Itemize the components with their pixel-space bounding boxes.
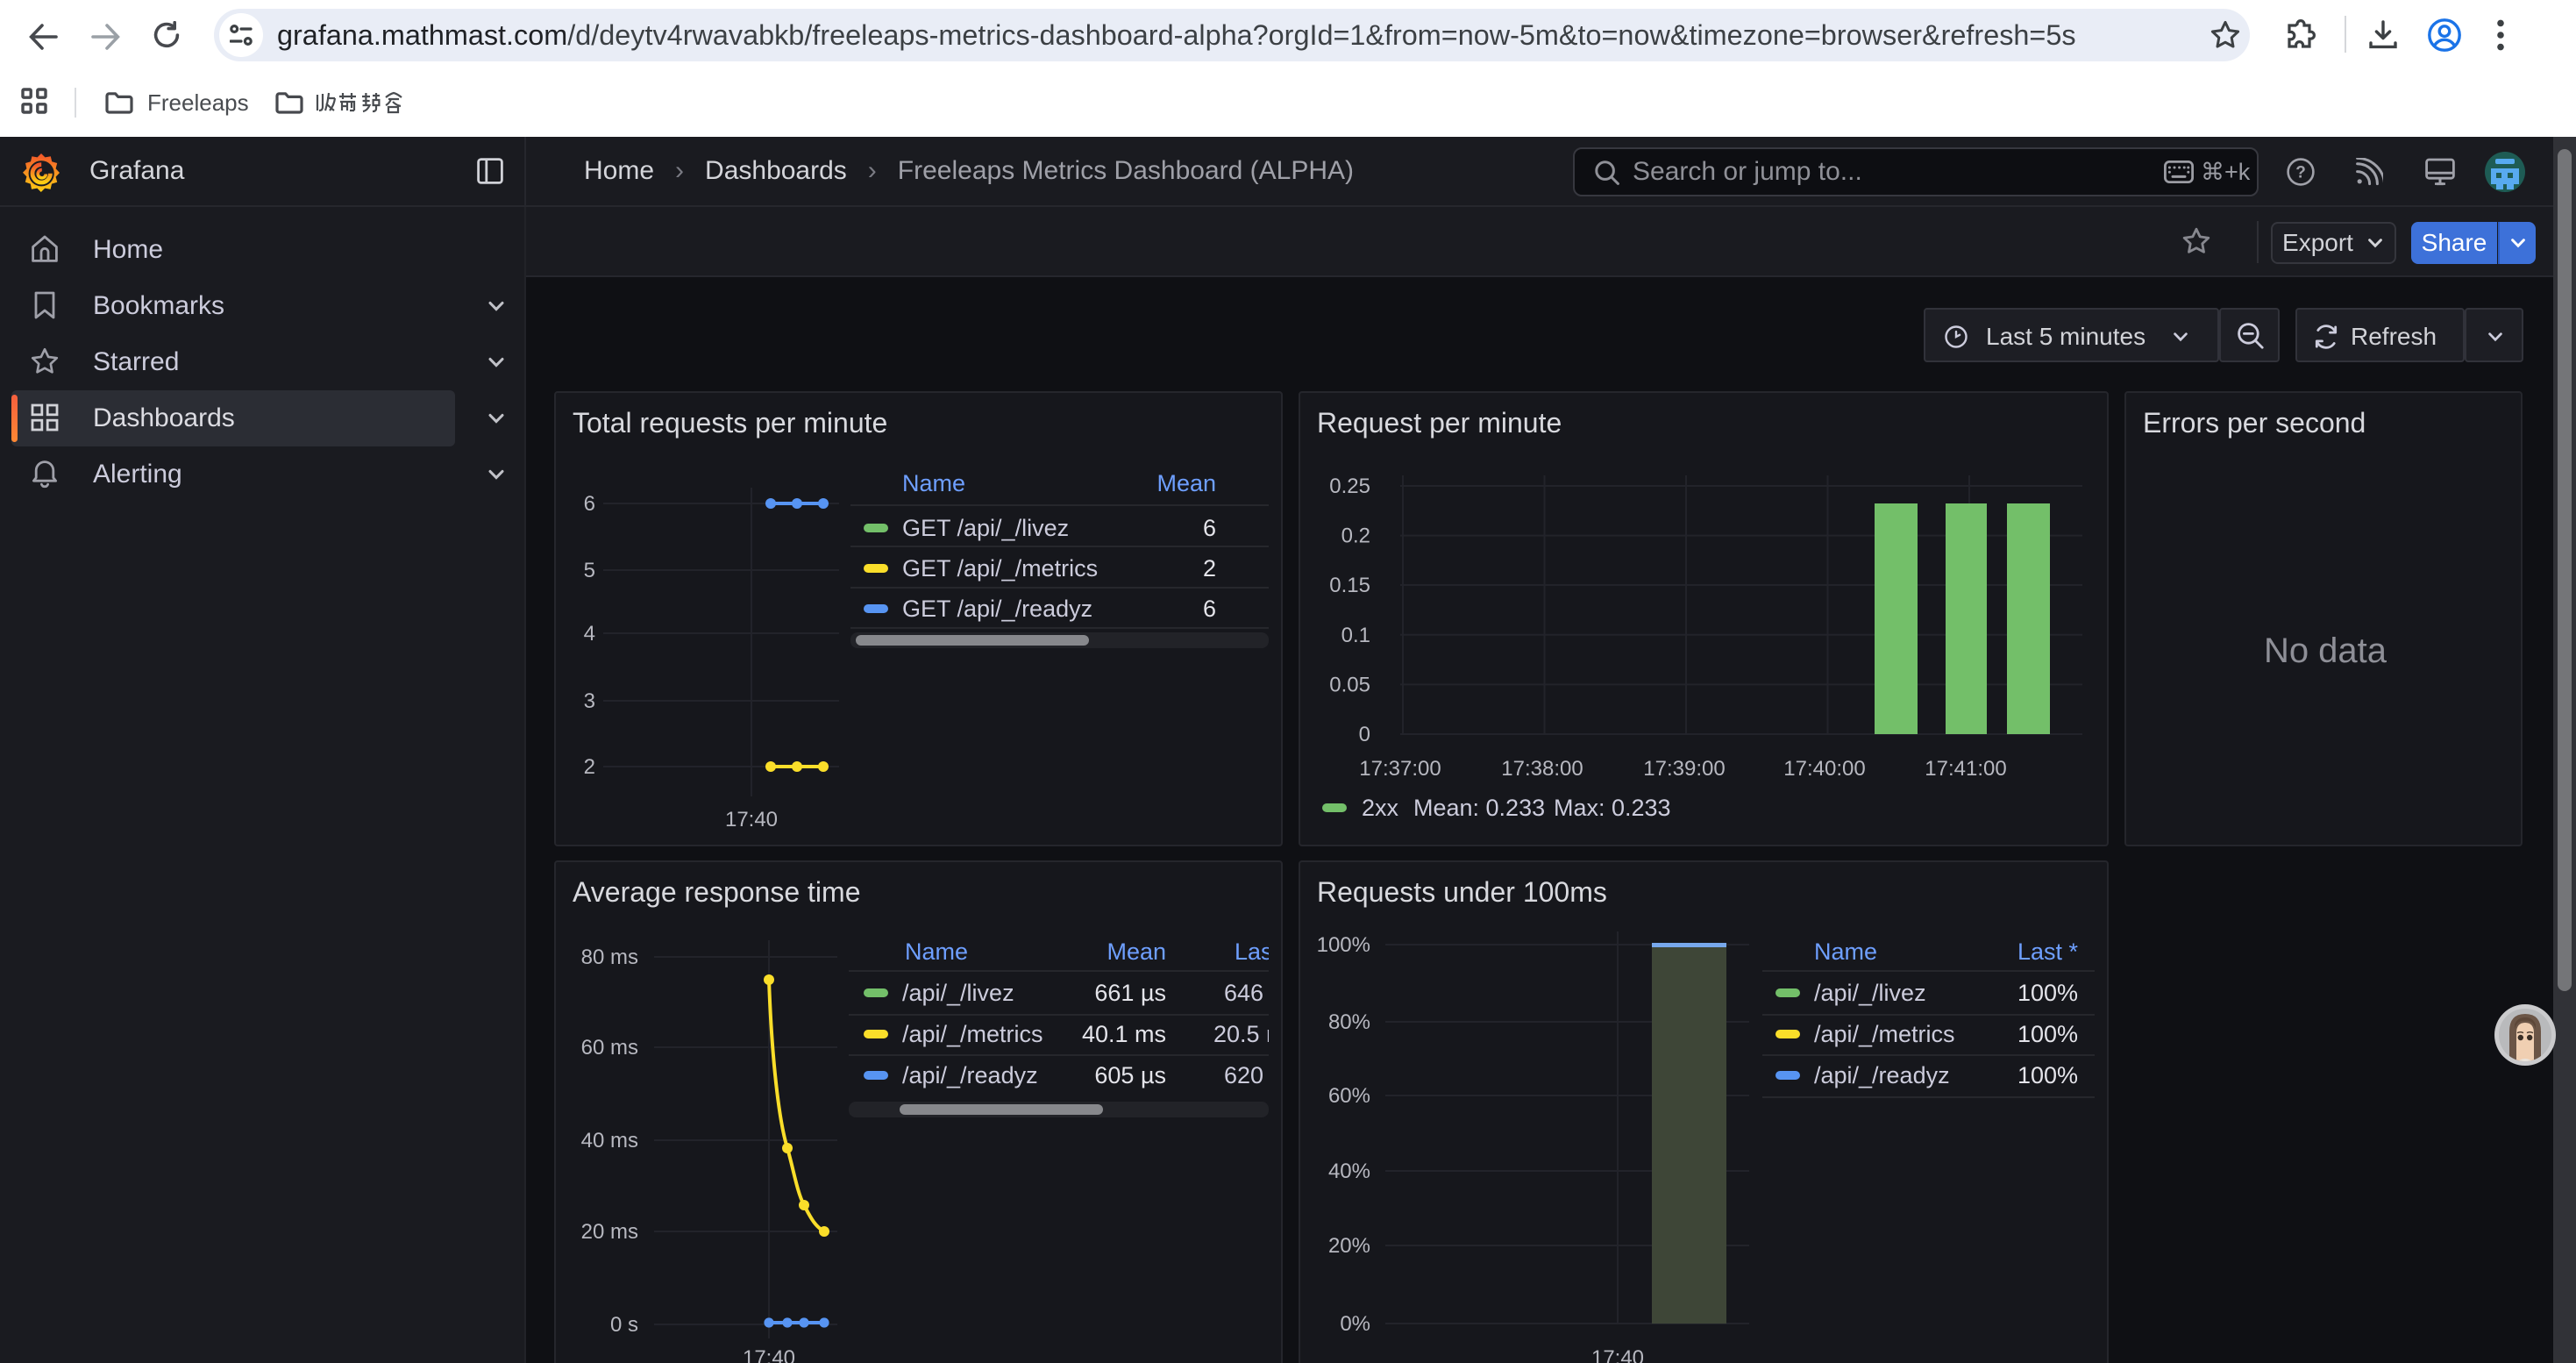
svg-text:17:39:00: 17:39:00 <box>1643 757 1725 781</box>
svg-text:0: 0 <box>1359 723 1370 746</box>
svg-text:17:40: 17:40 <box>743 1346 795 1363</box>
svg-text:40 ms: 40 ms <box>581 1129 638 1152</box>
svg-text:0.1: 0.1 <box>1341 624 1370 647</box>
svg-text:17:38:00: 17:38:00 <box>1501 757 1583 781</box>
svg-text:3: 3 <box>584 689 595 713</box>
svg-text:0.15: 0.15 <box>1329 574 1370 597</box>
svg-text:17:41:00: 17:41:00 <box>1925 757 2006 781</box>
svg-text:40%: 40% <box>1328 1160 1370 1183</box>
svg-text:5: 5 <box>584 559 595 582</box>
svg-text:80 ms: 80 ms <box>581 946 638 969</box>
svg-text:80%: 80% <box>1328 1010 1370 1034</box>
svg-text:2: 2 <box>584 755 595 779</box>
svg-text:0 s: 0 s <box>610 1313 638 1337</box>
svg-text:0.05: 0.05 <box>1329 673 1370 696</box>
svg-text:17:40: 17:40 <box>1591 1346 1644 1363</box>
svg-text:60 ms: 60 ms <box>581 1036 638 1060</box>
svg-text:0.25: 0.25 <box>1329 475 1370 498</box>
svg-text:100%: 100% <box>1317 933 1370 957</box>
svg-text:60%: 60% <box>1328 1084 1370 1108</box>
svg-text:0%: 0% <box>1340 1312 1370 1336</box>
svg-text:17:40: 17:40 <box>725 808 778 831</box>
svg-text:4: 4 <box>584 622 595 646</box>
svg-text:?: ? <box>2295 163 2306 182</box>
svg-text:17:40:00: 17:40:00 <box>1783 757 1865 781</box>
svg-text:0.2: 0.2 <box>1341 525 1370 548</box>
svg-text:20 ms: 20 ms <box>581 1220 638 1244</box>
svg-text:6: 6 <box>584 492 595 516</box>
svg-text:17:37:00: 17:37:00 <box>1359 757 1441 781</box>
svg-text:20%: 20% <box>1328 1234 1370 1258</box>
